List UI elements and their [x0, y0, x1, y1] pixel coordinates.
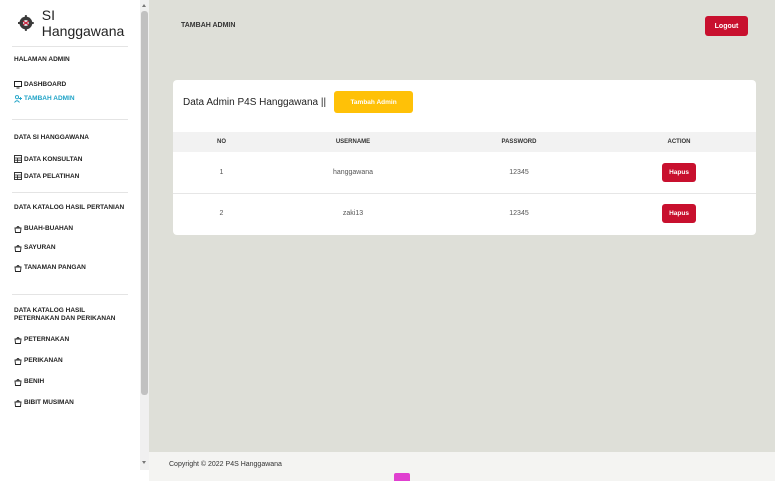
- brand[interactable]: SI Hanggawana: [0, 0, 140, 46]
- floating-widget-tab[interactable]: [394, 473, 410, 481]
- sidebar-item-benih[interactable]: BENIH: [0, 376, 140, 388]
- footer: Copyright © 2022 P4S Hanggawana: [149, 452, 775, 481]
- scroll-thumb[interactable]: [141, 11, 148, 395]
- sidebar-item-label: TANAMAN PANGAN: [24, 264, 86, 271]
- column-header-action: ACTION: [602, 132, 756, 152]
- sidebar-item-label: PERIKANAN: [24, 357, 63, 364]
- sidebar-item-peternakan[interactable]: PETERNAKAN: [0, 334, 140, 346]
- shopping-bag-icon: [14, 357, 22, 365]
- sidebar-scrollbar[interactable]: [140, 0, 149, 470]
- shopping-bag-icon: [14, 244, 22, 252]
- column-header-password: PASSWORD: [436, 132, 602, 152]
- admin-table-card: Data Admin P4S Hanggawana || Tambah Admi…: [173, 80, 756, 235]
- sidebar-item-label: BUAH-BUAHAN: [24, 225, 74, 232]
- table-row: 2 zaki13 12345 Hapus: [173, 192, 756, 234]
- monitor-icon: [14, 80, 22, 88]
- section-katalog-peternakan: DATA KATALOG HASIL PETERNAKAN DAN PERIKA…: [14, 306, 116, 323]
- copyright-text: Copyright © 2022 P4S Hanggawana: [169, 461, 282, 468]
- table-icon: [14, 155, 22, 163]
- divider: [12, 293, 128, 295]
- shopping-bag-icon: [14, 264, 22, 272]
- divider: [12, 192, 128, 193]
- cell-action: Hapus: [602, 152, 756, 193]
- brand-title: SI Hanggawana: [41, 7, 125, 39]
- sidebar-item-label: DASHBOARD: [24, 81, 67, 88]
- table-header-row: NO USERNAME PASSWORD ACTION: [173, 132, 756, 152]
- card-header: Data Admin P4S Hanggawana || Tambah Admi…: [183, 91, 414, 113]
- admin-table: NO USERNAME PASSWORD ACTION 1 hanggawana…: [173, 132, 756, 234]
- sidebar-item-dashboard[interactable]: DASHBOARD: [0, 79, 140, 91]
- delete-button[interactable]: Hapus: [662, 204, 696, 224]
- divider: [12, 46, 128, 47]
- add-admin-button[interactable]: Tambah Admin: [334, 91, 414, 113]
- sidebar-item-tambah-admin[interactable]: TAMBAH ADMIN: [0, 93, 140, 105]
- topbar: TAMBAH ADMIN Logout: [149, 0, 775, 50]
- logout-button[interactable]: Logout: [705, 16, 748, 36]
- cell-no: 1: [219, 168, 224, 176]
- sidebar: SI Hanggawana HALAMAN ADMIN DASHBOARD TA…: [0, 0, 140, 481]
- sidebar-item-label: DATA KONSULTAN: [24, 155, 83, 163]
- section-halaman-admin: HALAMAN ADMIN: [14, 56, 70, 63]
- cell-password: 12345: [509, 168, 529, 176]
- shopping-bag-icon: [14, 336, 22, 344]
- cell-password: 12345: [436, 192, 602, 234]
- sidebar-item-label: BENIH: [24, 378, 45, 385]
- sidebar-item-data-konsultan[interactable]: DATA KONSULTAN: [0, 153, 140, 165]
- scroll-down-arrow-icon[interactable]: [142, 461, 146, 464]
- sidebar-item-tanaman-pangan[interactable]: TANAMAN PANGAN: [0, 262, 140, 274]
- section-katalog-pertanian: DATA KATALOG HASIL PERTANIAN: [14, 204, 125, 211]
- divider: [12, 118, 128, 120]
- sidebar-item-label: PETERNAKAN: [24, 336, 70, 343]
- cell-no: 2: [173, 192, 270, 234]
- cell-action: Hapus: [602, 192, 756, 234]
- sidebar-item-label: TAMBAH ADMIN: [24, 95, 75, 102]
- main-content: TAMBAH ADMIN Logout Data Admin P4S Hangg…: [149, 0, 775, 481]
- table-icon: [14, 172, 22, 180]
- column-header-username: USERNAME: [270, 132, 436, 152]
- card-title: Data Admin P4S Hanggawana ||: [183, 96, 327, 108]
- sidebar-item-sayuran[interactable]: SAYURAN: [0, 242, 140, 254]
- sidebar-item-label: BIBIT MUSIMAN: [24, 399, 74, 406]
- user-plus-icon: [14, 94, 22, 103]
- shopping-bag-icon: [14, 225, 22, 233]
- sidebar-item-label: DATA PELATIHAN: [24, 172, 80, 180]
- gear-logo-icon: [18, 15, 34, 31]
- table-row: 1 hanggawana 12345 Hapus: [173, 152, 756, 193]
- sidebar-item-data-pelatihan[interactable]: DATA PELATIHAN: [0, 170, 140, 182]
- section-data-si: DATA SI HANGGAWANA: [14, 133, 89, 141]
- sidebar-item-bibit-musiman[interactable]: BIBIT MUSIMAN: [0, 397, 140, 409]
- page-title: TAMBAH ADMIN: [181, 22, 236, 29]
- delete-button[interactable]: Hapus: [662, 162, 696, 182]
- shopping-bag-icon: [14, 378, 22, 386]
- shopping-bag-icon: [14, 399, 22, 407]
- cell-username: hanggawana: [332, 168, 374, 176]
- cell-username: zaki13: [270, 192, 436, 234]
- column-header-no: NO: [173, 132, 270, 152]
- sidebar-item-buah-buahan[interactable]: BUAH-BUAHAN: [0, 223, 140, 235]
- scroll-up-arrow-icon[interactable]: [142, 4, 146, 7]
- sidebar-item-perikanan[interactable]: PERIKANAN: [0, 355, 140, 367]
- sidebar-item-label: SAYURAN: [24, 244, 56, 251]
